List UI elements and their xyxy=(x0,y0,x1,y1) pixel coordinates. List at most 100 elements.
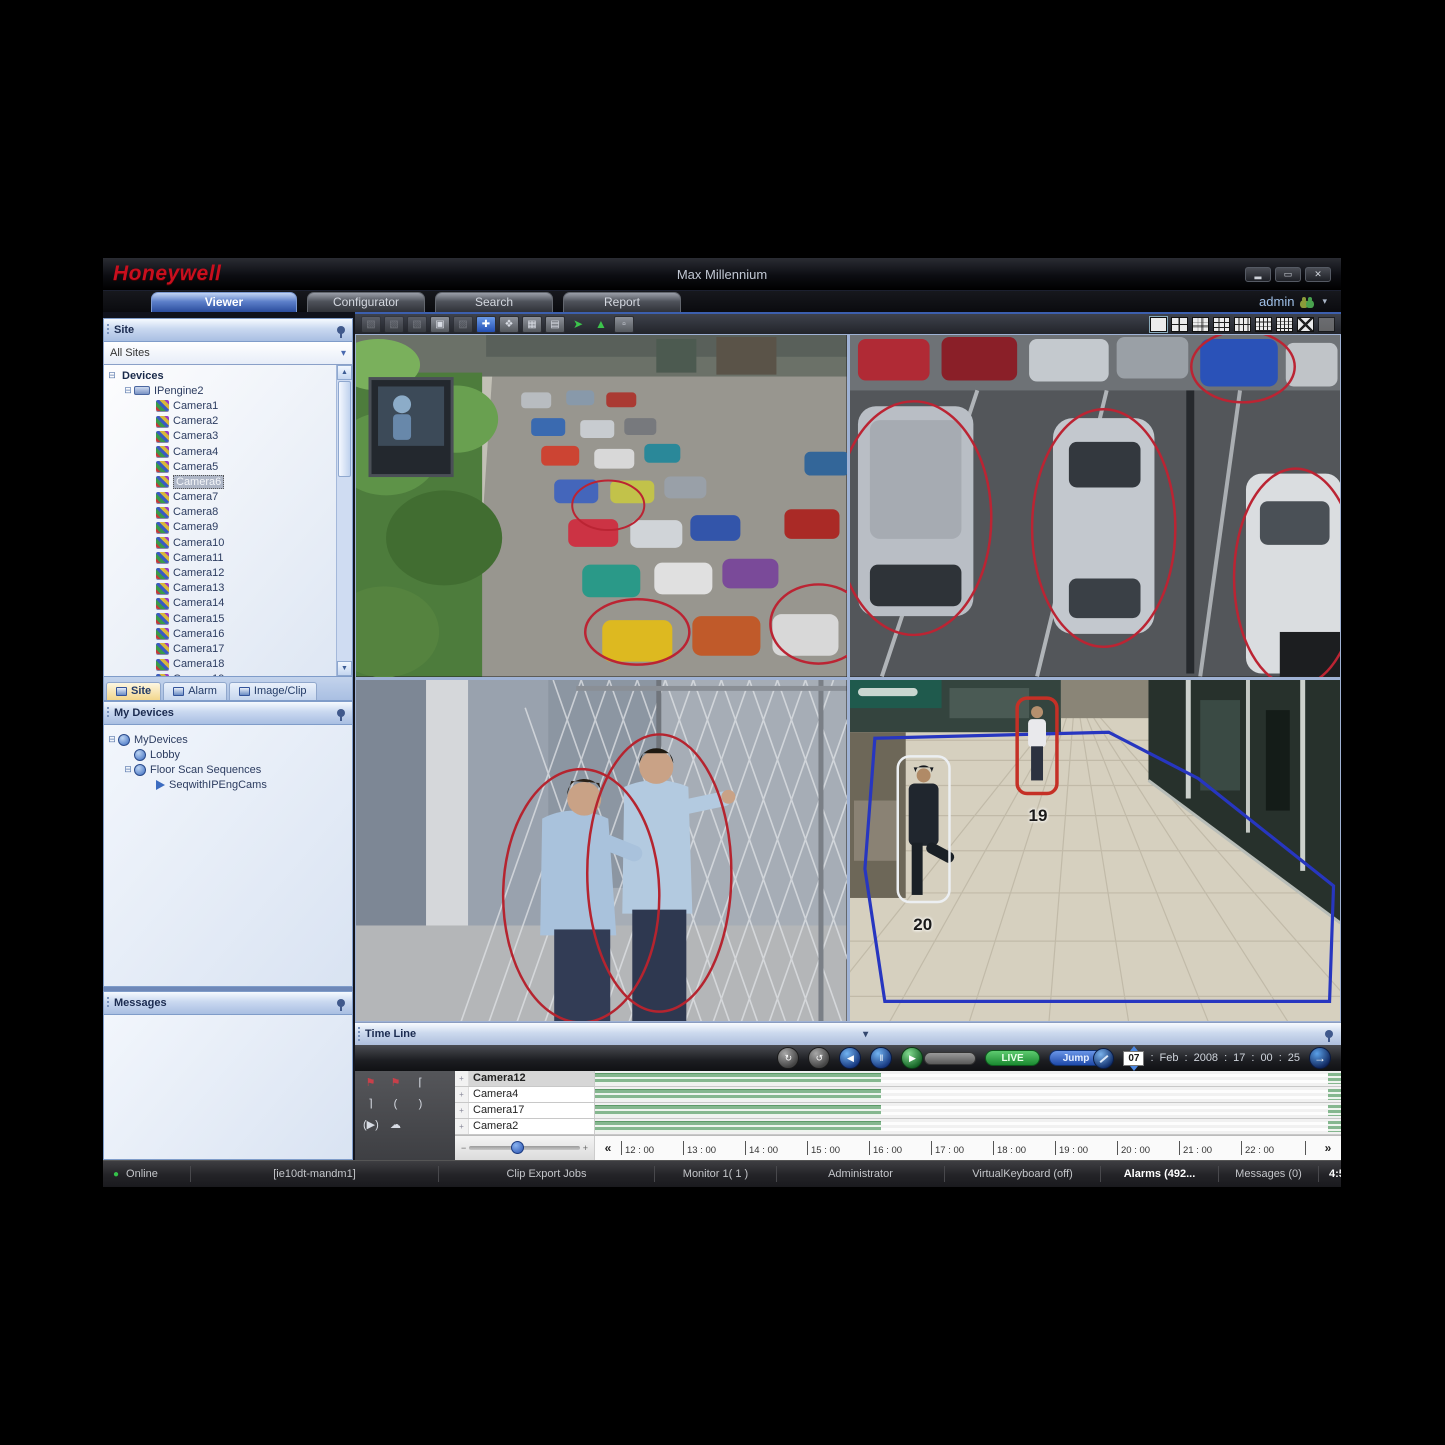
year-field[interactable]: 2008 xyxy=(1194,1052,1218,1064)
play-segment-tool[interactable]: (▶) xyxy=(363,1118,378,1132)
layout-1plus5-button[interactable] xyxy=(1192,317,1209,332)
layout-2plus8-button[interactable] xyxy=(1234,317,1251,332)
tree-item[interactable]: Camera16 xyxy=(104,626,336,641)
speed-button[interactable]: ↺ xyxy=(808,1047,830,1069)
tree-item-lobby[interactable]: Lobby xyxy=(104,747,352,762)
row-expand-icon[interactable]: + xyxy=(455,1087,469,1102)
tab-report[interactable]: Report xyxy=(563,292,681,312)
site-filter-dropdown[interactable]: All Sites ▾ xyxy=(103,342,353,365)
pan-tilt-zoom-icon[interactable]: ✚ xyxy=(476,316,496,333)
tree-item-seqwithipengcams[interactable]: SeqwithIPEngCams xyxy=(104,778,352,793)
zoom-slider-thumb[interactable] xyxy=(511,1141,524,1154)
expander-icon[interactable]: ⊟ xyxy=(106,370,118,381)
live-button[interactable]: LIVE xyxy=(985,1050,1039,1066)
recording-track[interactable] xyxy=(595,1087,1341,1102)
instant-replay-icon[interactable]: ➤ xyxy=(568,316,588,333)
tree-item[interactable]: Camera12 xyxy=(104,565,336,580)
status-clip-export-jobs[interactable]: Clip Export Jobs xyxy=(439,1166,655,1182)
scrollbar-thumb[interactable] xyxy=(338,381,351,477)
close-button[interactable]: ✕ xyxy=(1305,267,1331,282)
layout-4x4-button[interactable] xyxy=(1276,317,1293,332)
tree-item[interactable]: Camera7 xyxy=(104,490,336,505)
layout-fullscreen-button[interactable] xyxy=(1297,317,1314,332)
scroll-up-icon[interactable]: ▲ xyxy=(337,365,352,380)
flag-filled-tool[interactable]: ⚑ xyxy=(388,1076,403,1090)
tree-item-devices[interactable]: ⊟ Devices xyxy=(104,368,336,383)
page-right-button[interactable]: » xyxy=(1315,1141,1341,1155)
tree-item-floor-scan-sequences[interactable]: ⊟ Floor Scan Sequences xyxy=(104,762,352,777)
timeline-zoom-control[interactable]: − + xyxy=(455,1136,595,1160)
tree-item[interactable]: Camera15 xyxy=(104,611,336,626)
tree-item[interactable]: Camera9 xyxy=(104,520,336,535)
play-button[interactable]: ▶ xyxy=(901,1047,923,1069)
speed-slider[interactable] xyxy=(924,1052,976,1065)
pause-button[interactable]: ‖ xyxy=(870,1047,892,1069)
minimize-button[interactable]: ▂ xyxy=(1245,267,1271,282)
tree-item-mydevices[interactable]: ⊟ MyDevices xyxy=(104,732,352,747)
timeline-row[interactable]: + Camera2 xyxy=(455,1119,1341,1135)
camera-view-mall[interactable]: 19 20 xyxy=(850,680,1341,1022)
jump-settings-icon[interactable] xyxy=(1093,1048,1114,1069)
timeline-row[interactable]: + Camera4 xyxy=(455,1087,1341,1103)
tree-item[interactable]: Camera3 xyxy=(104,429,336,444)
tab-configurator[interactable]: Configurator xyxy=(307,292,425,312)
snapshot-disabled-icon[interactable]: ▧ xyxy=(361,316,381,333)
site-tree-scrollbar[interactable]: ▲ ▼ xyxy=(336,365,352,676)
tree-item-ipengine2[interactable]: ⊟ IPengine2 xyxy=(104,383,336,398)
day-field[interactable]: 07 xyxy=(1123,1051,1144,1066)
cloud-export-tool[interactable]: ☁ xyxy=(388,1118,403,1132)
status-administrator[interactable]: Administrator xyxy=(777,1166,945,1182)
tree-item[interactable]: Camera10 xyxy=(104,535,336,550)
zoom-out-icon[interactable]: − xyxy=(461,1143,466,1153)
expander-icon[interactable]: ⊟ xyxy=(122,385,134,396)
row-expand-icon[interactable]: + xyxy=(455,1071,469,1086)
timeline-row[interactable]: + Camera12 xyxy=(455,1071,1341,1087)
folder-icon[interactable]: ▤ xyxy=(545,316,565,333)
grid-view-icon[interactable]: ▦ xyxy=(522,316,542,333)
maximize-button[interactable]: ▭ xyxy=(1275,267,1301,282)
map-icon[interactable]: ▨ xyxy=(453,316,473,333)
tree-item[interactable]: Camera14 xyxy=(104,596,336,611)
flag-outline-tool[interactable]: ⚑ xyxy=(363,1076,378,1090)
recording-track[interactable] xyxy=(595,1103,1341,1118)
camera-view-traffic[interactable] xyxy=(356,335,847,677)
tree-item[interactable]: Camera19 xyxy=(104,672,336,676)
hour-field[interactable]: 17 xyxy=(1233,1052,1245,1064)
status-clock[interactable]: 4:59:15 PM xyxy=(1319,1166,1341,1182)
camera-view-parking[interactable] xyxy=(850,335,1341,677)
scroll-down-icon[interactable]: ▼ xyxy=(337,661,352,676)
date-time-selector[interactable]: 07 : Feb : 2008 : 17 : 00 : 25 xyxy=(1123,1051,1300,1066)
status-virtual-keyboard[interactable]: VirtualKeyboard (off) xyxy=(945,1166,1101,1182)
status-host[interactable]: [ie10dt-mandm1] xyxy=(191,1166,439,1182)
minute-field[interactable]: 00 xyxy=(1260,1052,1272,1064)
tree-item[interactable]: Camera1 xyxy=(104,398,336,413)
step-back-button[interactable]: ◀ xyxy=(839,1047,861,1069)
alarm-marker-icon[interactable]: ▲ xyxy=(591,316,611,333)
tree-item[interactable]: Camera18 xyxy=(104,657,336,672)
sidebar-tab-image-clip[interactable]: Image/Clip xyxy=(229,682,317,700)
tree-item[interactable]: Camera11 xyxy=(104,550,336,565)
user-menu[interactable]: admin ▾ xyxy=(1259,294,1341,312)
month-field[interactable]: Feb xyxy=(1160,1052,1179,1064)
zoom-slider-track[interactable] xyxy=(469,1146,579,1150)
expander-icon[interactable]: ⊟ xyxy=(106,734,118,745)
sidebar-tab-site[interactable]: Site xyxy=(106,682,161,700)
camera-view-guards[interactable] xyxy=(356,680,847,1022)
pin-icon[interactable] xyxy=(1325,1030,1333,1038)
layout-extra-button[interactable] xyxy=(1318,317,1335,332)
collapse-icon[interactable]: ▾ xyxy=(863,1029,868,1040)
pin-icon[interactable] xyxy=(337,999,345,1007)
mark-out-tool[interactable]: ⌉ xyxy=(363,1097,378,1111)
recording-track[interactable] xyxy=(595,1071,1341,1086)
mark-in-tool[interactable]: ⌈ xyxy=(413,1076,428,1090)
pin-icon[interactable] xyxy=(337,709,345,717)
page-left-button[interactable]: « xyxy=(595,1141,621,1155)
tab-viewer[interactable]: Viewer xyxy=(151,292,297,312)
tree-item[interactable]: Camera2 xyxy=(104,414,336,429)
tree-item[interactable]: Camera13 xyxy=(104,581,336,596)
row-expand-icon[interactable]: + xyxy=(455,1103,469,1118)
layout-1plus12-button[interactable] xyxy=(1255,317,1272,332)
expand-view-icon[interactable]: ❖ xyxy=(499,316,519,333)
sync-button[interactable]: ↻ xyxy=(777,1047,799,1069)
bracket-open-tool[interactable]: ( xyxy=(388,1097,403,1111)
